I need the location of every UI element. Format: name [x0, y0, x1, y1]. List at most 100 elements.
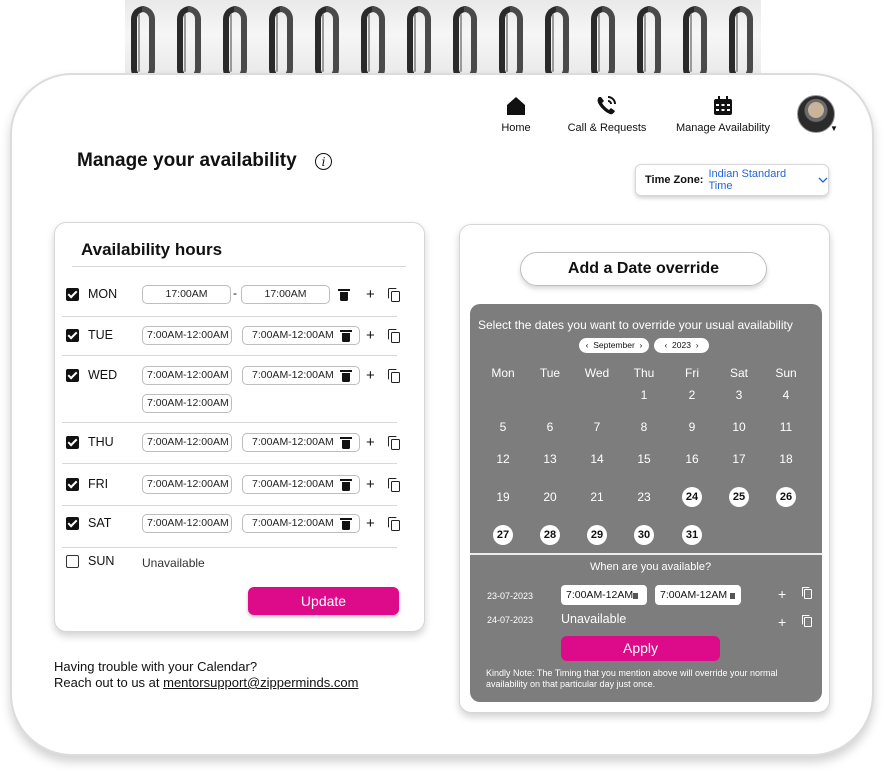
mon-start-time[interactable]: 17:00AM — [142, 285, 231, 304]
calendar-day[interactable]: 5 — [483, 420, 523, 434]
update-button[interactable]: Update — [248, 587, 399, 615]
copy-icon[interactable] — [802, 615, 812, 627]
timezone-select[interactable]: Time Zone: Indian Standard Time — [635, 164, 829, 196]
thu-checkbox[interactable] — [66, 436, 79, 449]
trash-icon[interactable] — [340, 479, 352, 491]
fri-slot-1[interactable]: 7:00AM-12:00AM — [142, 475, 232, 494]
calendar-day[interactable]: 1 — [624, 388, 664, 402]
spiral-ring — [635, 6, 663, 82]
add-slot-icon[interactable]: + — [366, 516, 375, 531]
copy-icon[interactable] — [388, 288, 400, 302]
sat-slot-1[interactable]: 7:00AM-12:00AM — [142, 514, 232, 533]
calendar-day[interactable]: 7 — [577, 420, 617, 434]
add-date-override-button[interactable]: Add a Date override — [520, 252, 767, 286]
calendar-day-selected[interactable]: 30 — [634, 525, 654, 545]
calendar-day[interactable]: 21 — [577, 490, 617, 504]
chevron-left-icon[interactable]: ‹ — [586, 340, 589, 350]
trash-icon[interactable] — [633, 593, 638, 599]
sun-label: SUN — [88, 554, 115, 568]
apply-button[interactable]: Apply — [561, 636, 720, 661]
override-slot-1[interactable]: 7:00AM-12AM — [561, 585, 647, 605]
trash-icon[interactable] — [340, 330, 352, 342]
calendar-day-selected[interactable]: 24 — [682, 487, 702, 507]
calendar-day-selected[interactable]: 31 — [682, 525, 702, 545]
month-selector[interactable]: ‹ September › — [579, 338, 649, 353]
chevron-left-icon[interactable]: ‹ — [664, 340, 667, 350]
calendar-day-selected[interactable]: 29 — [587, 525, 607, 545]
help-line2: Reach out to us at mentorsupport@zipperm… — [54, 675, 358, 691]
phone-call-icon — [597, 96, 616, 115]
add-slot-icon[interactable]: + — [778, 615, 786, 629]
calendar-day-selected[interactable]: 28 — [540, 525, 560, 545]
copy-icon[interactable] — [388, 436, 400, 450]
calendar-day[interactable]: 11 — [766, 420, 806, 434]
availability-question: When are you available? — [590, 561, 712, 573]
trash-icon[interactable] — [340, 437, 352, 449]
add-slot-icon[interactable]: + — [366, 328, 375, 343]
tue-checkbox[interactable] — [66, 329, 79, 342]
calendar-day[interactable]: 16 — [672, 452, 712, 466]
chevron-right-icon[interactable]: › — [696, 340, 699, 350]
copy-icon[interactable] — [388, 329, 400, 343]
calendar-icon — [714, 96, 732, 115]
calendar-day[interactable]: 19 — [483, 490, 523, 504]
calendar-day-selected[interactable]: 27 — [493, 525, 513, 545]
calendar-day-selected[interactable]: 26 — [776, 487, 796, 507]
wed-slot-1[interactable]: 7:00AM-12:00AM — [142, 366, 232, 385]
copy-icon[interactable] — [388, 517, 400, 531]
copy-icon[interactable] — [388, 478, 400, 492]
calendar-day[interactable]: 20 — [530, 490, 570, 504]
add-slot-icon[interactable]: + — [778, 587, 786, 601]
trash-icon[interactable] — [730, 593, 735, 599]
calendar-day[interactable]: 4 — [766, 388, 806, 402]
calendar-day[interactable]: 17 — [719, 452, 759, 466]
calendar-day[interactable]: 8 — [624, 420, 664, 434]
add-slot-icon[interactable]: + — [366, 368, 375, 383]
calendar-day[interactable]: 14 — [577, 452, 617, 466]
nav-home[interactable]: Home — [496, 94, 536, 134]
calendar-day[interactable]: 9 — [672, 420, 712, 434]
mon-checkbox[interactable] — [66, 288, 79, 301]
calendar-day[interactable]: 6 — [530, 420, 570, 434]
override-slot-2[interactable]: 7:00AM-12AM — [655, 585, 741, 605]
sat-checkbox[interactable] — [66, 517, 79, 530]
wed-checkbox[interactable] — [66, 369, 79, 382]
info-icon[interactable]: i — [315, 153, 332, 170]
fri-checkbox[interactable] — [66, 478, 79, 491]
calendar-day[interactable]: 2 — [672, 388, 712, 402]
calendar-day[interactable]: 23 — [624, 490, 664, 504]
chevron-right-icon[interactable]: › — [640, 340, 643, 350]
sat-label: SAT — [88, 516, 112, 530]
trash-icon[interactable] — [340, 518, 352, 530]
add-slot-icon[interactable]: + — [366, 435, 375, 450]
calendar-day[interactable]: 3 — [719, 388, 759, 402]
mon-end-time[interactable]: 17:00AM — [241, 285, 330, 304]
add-slot-icon[interactable]: + — [366, 287, 375, 302]
nav-calls-label: Call & Requests — [567, 122, 647, 134]
add-slot-icon[interactable]: + — [366, 477, 375, 492]
spiral-ring — [313, 6, 341, 82]
wed-slot-3[interactable]: 7:00AM-12:00AM — [142, 394, 232, 413]
calendar-day[interactable]: 18 — [766, 452, 806, 466]
chevron-down-icon[interactable]: ▼ — [830, 124, 838, 133]
thu-slot-1[interactable]: 7:00AM-12:00AM — [142, 433, 232, 452]
calendar-day[interactable]: 12 — [483, 452, 523, 466]
copy-icon[interactable] — [802, 587, 812, 599]
nav-calls[interactable]: Call & Requests — [566, 94, 648, 134]
tue-slot-1[interactable]: 7:00AM-12:00AM — [142, 326, 232, 345]
nav-availability[interactable]: Manage Availability — [674, 94, 772, 134]
copy-icon[interactable] — [388, 369, 400, 383]
year-selector[interactable]: ‹ 2023 › — [654, 338, 709, 353]
help-text: Having trouble with your Calendar? Reach… — [54, 659, 358, 691]
calendar-day[interactable]: 15 — [624, 452, 664, 466]
support-email-link[interactable]: mentorsupport@zipperminds.com — [163, 675, 358, 690]
calendar-day-selected[interactable]: 25 — [729, 487, 749, 507]
trash-icon[interactable] — [340, 370, 352, 382]
sun-checkbox[interactable] — [66, 555, 79, 568]
row-divider — [62, 505, 397, 506]
calendar-day[interactable]: 10 — [719, 420, 759, 434]
row-divider — [62, 463, 397, 464]
override-date-1: 23-07-2023 — [487, 591, 534, 601]
trash-icon[interactable] — [338, 289, 350, 301]
calendar-day[interactable]: 13 — [530, 452, 570, 466]
